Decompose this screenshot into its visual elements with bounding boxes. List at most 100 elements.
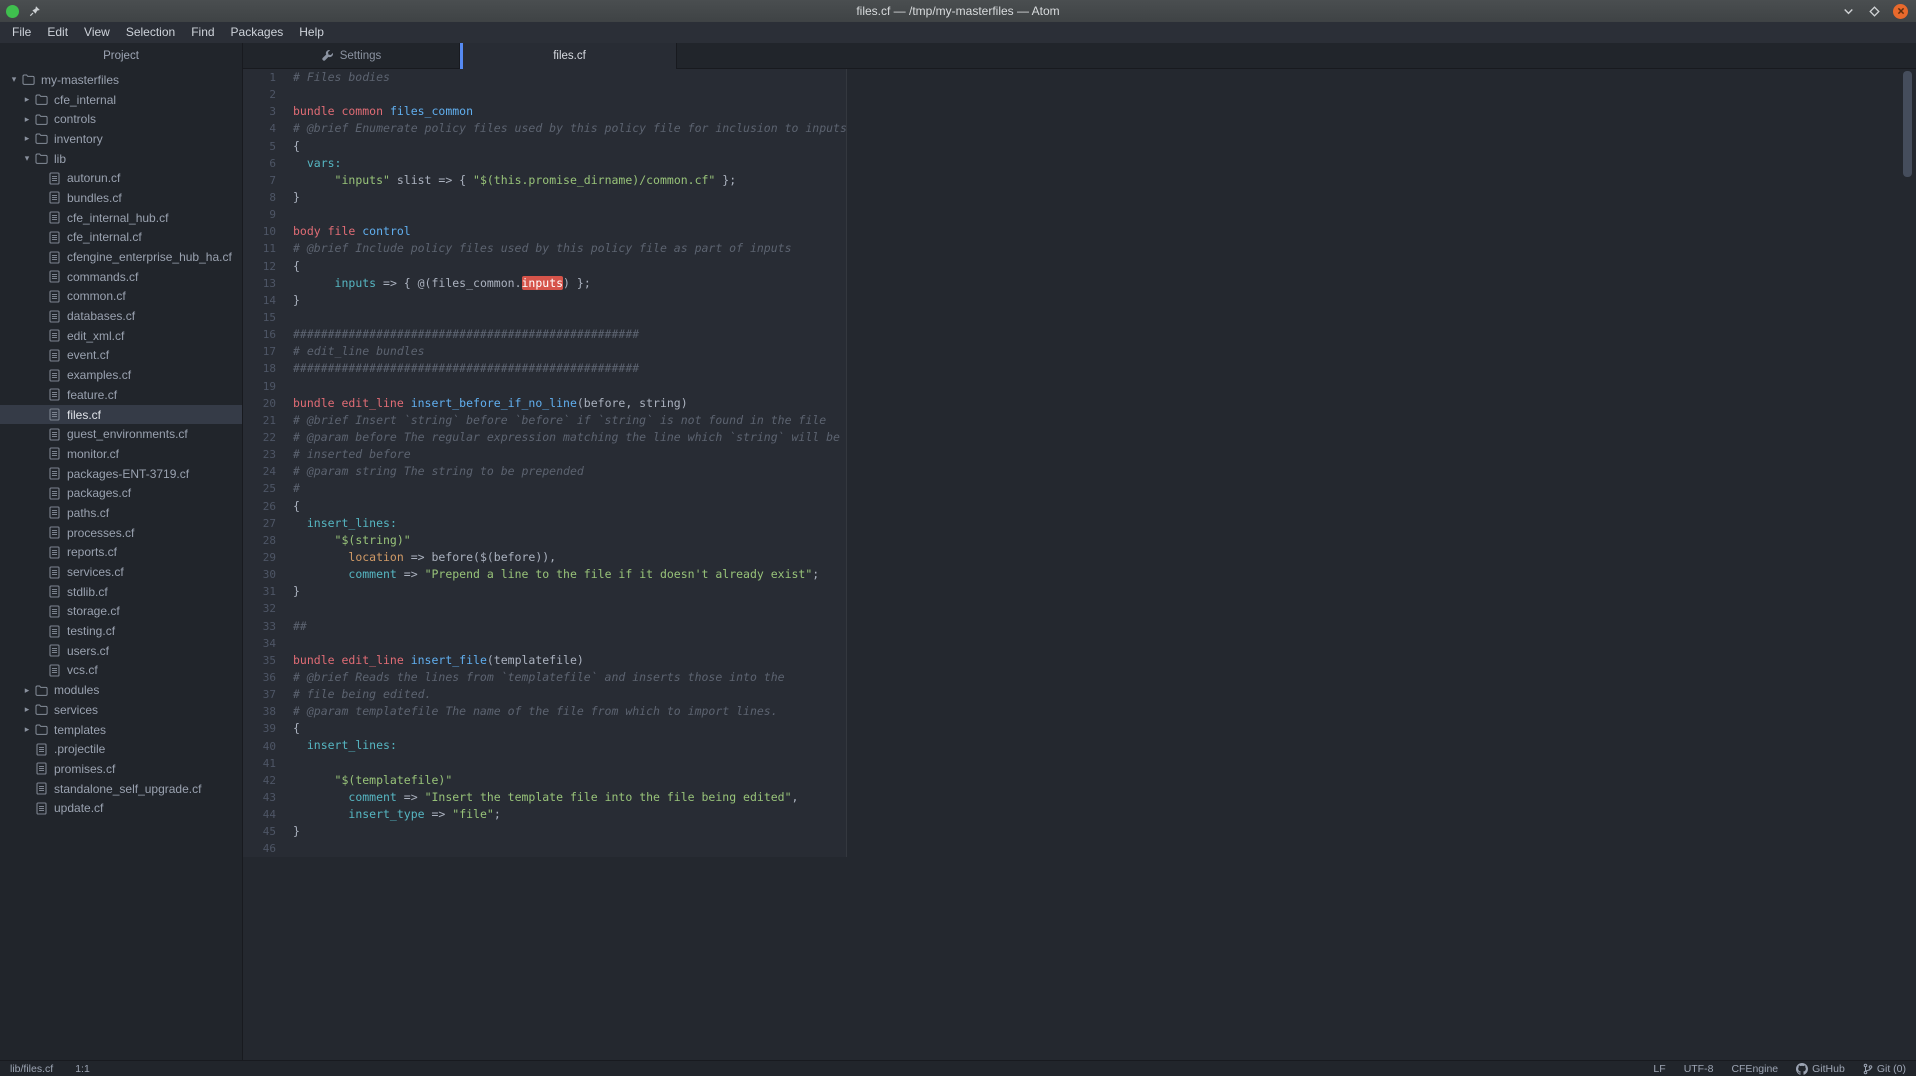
line-number[interactable]: 23	[243, 448, 285, 461]
code-line[interactable]: 7 "inputs" slist => { "$(this.promise_di…	[243, 172, 846, 189]
tree-item-modules[interactable]: ▸modules	[0, 680, 242, 700]
chevron-right-icon[interactable]: ▸	[21, 724, 33, 735]
tree-item-stdlib.cf[interactable]: stdlib.cf	[0, 582, 242, 602]
tree-item-edit_xml.cf[interactable]: edit_xml.cf	[0, 326, 242, 346]
tree-item-examples.cf[interactable]: examples.cf	[0, 365, 242, 385]
tree-item-packages-ENT-3719.cf[interactable]: packages-ENT-3719.cf	[0, 464, 242, 484]
line-number[interactable]: 45	[243, 825, 285, 838]
chevron-down-icon[interactable]: ▾	[21, 153, 33, 164]
code-line[interactable]: 29 location => before($(before)),	[243, 549, 846, 566]
code-line[interactable]: 35bundle edit_line insert_file(templatef…	[243, 652, 846, 669]
maximize-button[interactable]	[1867, 4, 1882, 19]
editor[interactable]: 1# Files bodies23bundle common files_com…	[243, 69, 1916, 1060]
tab-files-cf[interactable]: files.cf	[460, 43, 677, 69]
github-indicator[interactable]: GitHub	[1796, 1063, 1845, 1075]
code-line[interactable]: 11# @brief Include policy files used by …	[243, 240, 846, 257]
menu-item-selection[interactable]: Selection	[118, 22, 183, 43]
chevron-right-icon[interactable]: ▸	[21, 94, 33, 105]
tree-item-services.cf[interactable]: services.cf	[0, 562, 242, 582]
code-line[interactable]: 18######################################…	[243, 360, 846, 377]
minimize-button[interactable]	[1841, 4, 1856, 19]
line-number[interactable]: 20	[243, 397, 285, 410]
tree-item-lib[interactable]: ▾lib	[0, 149, 242, 169]
tree-item-cfe_internal[interactable]: ▸cfe_internal	[0, 90, 242, 110]
line-number[interactable]: 24	[243, 465, 285, 478]
line-number[interactable]: 34	[243, 637, 285, 650]
tree-item-storage.cf[interactable]: storage.cf	[0, 602, 242, 622]
code-line[interactable]: 27 insert_lines:	[243, 515, 846, 532]
line-number[interactable]: 6	[243, 157, 285, 170]
line-number[interactable]: 36	[243, 671, 285, 684]
chevron-right-icon[interactable]: ▸	[21, 704, 33, 715]
tree-item-cfengine_enterprise_hub_ha.cf[interactable]: cfengine_enterprise_hub_ha.cf	[0, 247, 242, 267]
code-line[interactable]: 13 inputs => { @(files_common.inputs) };	[243, 275, 846, 292]
code-line[interactable]: 33##	[243, 618, 846, 635]
line-number[interactable]: 25	[243, 482, 285, 495]
code-line[interactable]: 24# @param string The string to be prepe…	[243, 463, 846, 480]
code-line[interactable]: 36# @brief Reads the lines from `templat…	[243, 669, 846, 686]
code-line[interactable]: 32	[243, 600, 846, 617]
code-line[interactable]: 25#	[243, 480, 846, 497]
code-line[interactable]: 12{	[243, 258, 846, 275]
line-number[interactable]: 1	[243, 71, 285, 84]
line-number[interactable]: 26	[243, 500, 285, 513]
line-number[interactable]: 12	[243, 260, 285, 273]
menu-item-file[interactable]: File	[4, 22, 39, 43]
git-indicator[interactable]: Git (0)	[1863, 1063, 1906, 1075]
line-number[interactable]: 30	[243, 568, 285, 581]
code-line[interactable]: 28 "$(string)"	[243, 532, 846, 549]
close-button[interactable]	[1893, 4, 1908, 19]
tree-item-templates[interactable]: ▸templates	[0, 720, 242, 740]
tree-item-commands.cf[interactable]: commands.cf	[0, 267, 242, 287]
code-line[interactable]: 45}	[243, 823, 846, 840]
line-number[interactable]: 4	[243, 122, 285, 135]
tree-item-controls[interactable]: ▸controls	[0, 109, 242, 129]
code-line[interactable]: 2	[243, 86, 846, 103]
code-line[interactable]: 4# @brief Enumerate policy files used by…	[243, 120, 846, 137]
tree-item-files.cf[interactable]: files.cf	[0, 405, 242, 425]
code-line[interactable]: 1# Files bodies	[243, 69, 846, 86]
line-number[interactable]: 15	[243, 311, 285, 324]
encoding-indicator[interactable]: UTF-8	[1684, 1063, 1714, 1075]
line-number[interactable]: 18	[243, 362, 285, 375]
line-number[interactable]: 14	[243, 294, 285, 307]
tree-item-testing.cf[interactable]: testing.cf	[0, 621, 242, 641]
tree-item-services[interactable]: ▸services	[0, 700, 242, 720]
line-number[interactable]: 11	[243, 242, 285, 255]
code-line[interactable]: 16######################################…	[243, 326, 846, 343]
code-line[interactable]: 19	[243, 378, 846, 395]
line-number[interactable]: 31	[243, 585, 285, 598]
line-number[interactable]: 38	[243, 705, 285, 718]
chevron-right-icon[interactable]: ▸	[21, 114, 33, 125]
line-number[interactable]: 22	[243, 431, 285, 444]
line-number[interactable]: 27	[243, 517, 285, 530]
code-line[interactable]: 9	[243, 206, 846, 223]
line-number[interactable]: 33	[243, 620, 285, 633]
chevron-right-icon[interactable]: ▸	[21, 685, 33, 696]
code-line[interactable]: 46	[243, 840, 846, 857]
line-number[interactable]: 19	[243, 380, 285, 393]
code-line[interactable]: 31}	[243, 583, 846, 600]
tree-item-paths.cf[interactable]: paths.cf	[0, 503, 242, 523]
tree-item-standalone_self_upgrade.cf[interactable]: standalone_self_upgrade.cf	[0, 779, 242, 799]
tree-item-users.cf[interactable]: users.cf	[0, 641, 242, 661]
line-number[interactable]: 39	[243, 722, 285, 735]
line-number[interactable]: 21	[243, 414, 285, 427]
line-number[interactable]: 3	[243, 105, 285, 118]
tree-item-.projectile[interactable]: .projectile	[0, 739, 242, 759]
code-line[interactable]: 37# file being edited.	[243, 686, 846, 703]
tree-item-guest_environments.cf[interactable]: guest_environments.cf	[0, 424, 242, 444]
code-line[interactable]: 3bundle common files_common	[243, 103, 846, 120]
line-number[interactable]: 32	[243, 602, 285, 615]
code-line[interactable]: 14}	[243, 292, 846, 309]
tree-item-processes.cf[interactable]: processes.cf	[0, 523, 242, 543]
tree-item-databases.cf[interactable]: databases.cf	[0, 306, 242, 326]
tree-item-common.cf[interactable]: common.cf	[0, 287, 242, 307]
code-line[interactable]: 5{	[243, 138, 846, 155]
code-line[interactable]: 44 insert_type => "file";	[243, 806, 846, 823]
code-line[interactable]: 41	[243, 755, 846, 772]
line-number[interactable]: 42	[243, 774, 285, 787]
cursor-position[interactable]: 1:1	[75, 1063, 90, 1075]
tree-item-cfe_internal_hub.cf[interactable]: cfe_internal_hub.cf	[0, 208, 242, 228]
chevron-right-icon[interactable]: ▸	[21, 133, 33, 144]
